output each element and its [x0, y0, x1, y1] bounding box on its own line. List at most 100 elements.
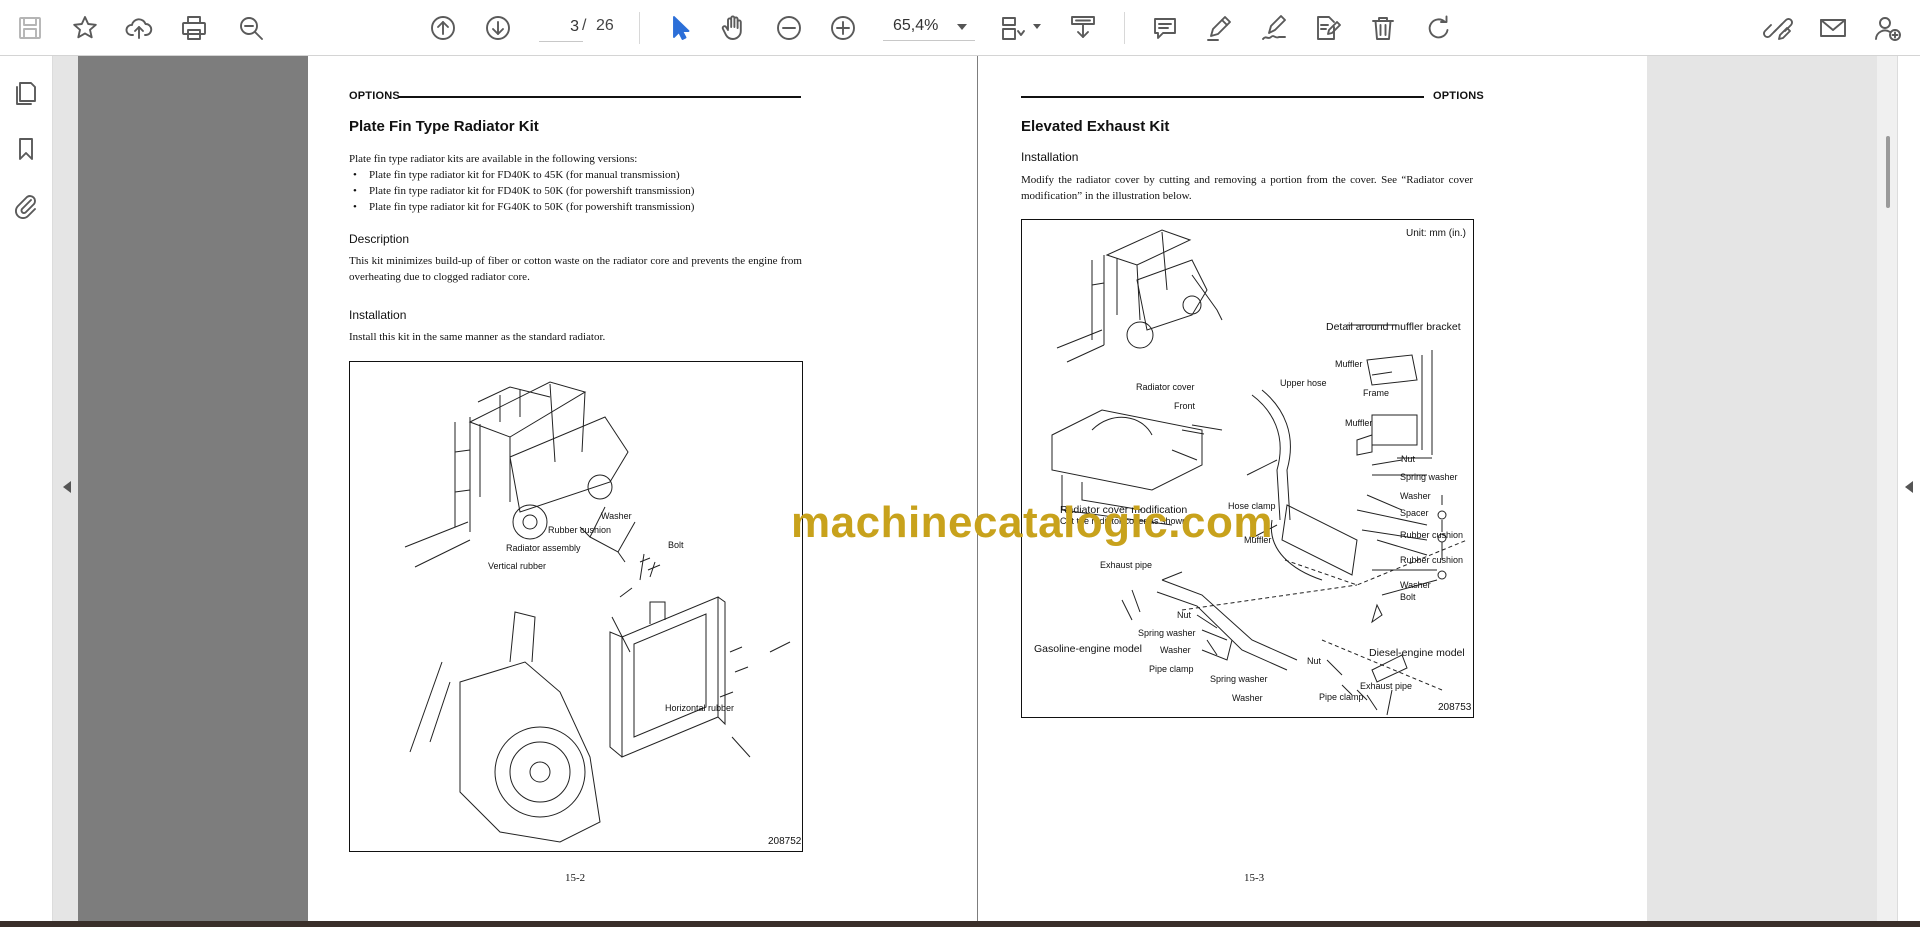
toolbar-divider [1124, 12, 1125, 44]
page-title: Plate Fin Type Radiator Kit [349, 118, 539, 135]
figure-label-pipe-clamp: Pipe clamp [1319, 692, 1364, 702]
select-cursor-icon[interactable] [662, 10, 698, 46]
installation-heading: Installation [349, 308, 407, 322]
page-number-footer: 15-2 [565, 872, 586, 884]
intro-text: Plate fin type radiator kits are availab… [349, 151, 802, 215]
scroll-mode-icon[interactable] [1065, 10, 1101, 46]
figure-label-bolt: Bolt [668, 540, 684, 550]
figure-label-upper-hose: Upper hose [1280, 378, 1327, 388]
toolbar-divider [639, 12, 640, 44]
right-panel [1897, 56, 1920, 921]
installation-text: Install this kit in the same manner as t… [349, 331, 606, 343]
figure-label-nut: Nut [1401, 454, 1416, 464]
attachment-icon[interactable] [10, 189, 42, 221]
exhaust-kit-figure: Unit: mm (in.) Detail around muffler bra… [1021, 219, 1474, 718]
page-left: OPTIONS Plate Fin Type Radiator Kit Plat… [308, 56, 977, 921]
zoom-dropdown[interactable]: 65,4% [883, 13, 975, 41]
radiator-kit-figure: Washer Rubber cushion Bolt Radiator asse… [349, 361, 803, 852]
figure-label-spring-washer: Spring washer [1210, 674, 1268, 684]
figure-label-washer: Washer [1400, 580, 1431, 590]
page-total: 26 [596, 17, 614, 34]
chevron-down-icon [957, 24, 967, 30]
radiator-illustration [404, 381, 791, 843]
print-icon[interactable] [176, 10, 212, 46]
figure-label-washer: Washer [1160, 645, 1191, 655]
page-header-label: OPTIONS [349, 90, 400, 102]
redo-icon[interactable] [1420, 10, 1456, 46]
figure-label-muffler: Muffler [1335, 359, 1363, 369]
list-item: Plate fin type radiator kit for FD40K to… [349, 183, 802, 199]
comment-icon[interactable] [1147, 10, 1183, 46]
page-header-label: OPTIONS [1433, 90, 1484, 102]
figure-label-rubber-cushion: Rubber cushion [1400, 555, 1464, 565]
figure-label-detail-muffler-bracket: Detail around muffler bracket [1326, 321, 1461, 333]
bookmark-icon[interactable] [10, 133, 42, 165]
cloud-upload-icon[interactable] [121, 10, 157, 46]
page-right: OPTIONS Elevated Exhaust Kit Installatio… [978, 56, 1647, 921]
page-fit-caret-icon[interactable] [1033, 24, 1041, 29]
add-user-icon[interactable] [1870, 10, 1906, 46]
sign-icon[interactable] [1256, 10, 1292, 46]
figure-label-washer: Washer [1400, 491, 1431, 501]
figure-label-exhaust-pipe: Exhaust pipe [1360, 681, 1413, 691]
hand-tool-icon[interactable] [715, 10, 751, 46]
scrollbar-thumb[interactable] [1886, 136, 1890, 208]
zoom-search-icon[interactable] [233, 10, 269, 46]
figure-label-spacer: Spacer [1400, 508, 1429, 518]
star-icon[interactable] [67, 10, 103, 46]
figure-label-spring-washer: Spring washer [1138, 628, 1196, 638]
zoom-value: 65,4% [893, 17, 939, 34]
figure-label-frame: Frame [1363, 388, 1390, 398]
document-viewer: OPTIONS Plate Fin Type Radiator Kit Plat… [53, 56, 1877, 921]
left-sidebar [0, 56, 53, 921]
zoom-in-icon[interactable] [825, 10, 861, 46]
page-title: Elevated Exhaust Kit [1021, 118, 1170, 135]
description-text: This kit minimizes build-up of fiber or … [349, 255, 802, 283]
taskbar-strip [0, 921, 1920, 927]
figure-label-radiator-cover: Radiator cover [1136, 382, 1195, 392]
pages-icon[interactable] [10, 77, 42, 109]
figure-label-radiator-assembly: Radiator assembly [506, 543, 581, 553]
header-rule [398, 96, 801, 98]
page-number-input[interactable] [539, 13, 583, 42]
figure-id: 208753 [1438, 702, 1472, 713]
next-page-icon[interactable] [480, 10, 516, 46]
list-item: Plate fin type radiator kit for FD40K to… [349, 167, 802, 183]
main-toolbar: / 26 65,4% [0, 0, 1920, 56]
mail-icon[interactable] [1815, 10, 1851, 46]
figure-label-horizontal-rubber: Horizontal rubber [665, 703, 735, 713]
page-fit-icon[interactable] [995, 10, 1031, 46]
watermark: machinecatalogic.com [791, 498, 1273, 547]
header-rule [1021, 96, 1424, 98]
link-edit-icon[interactable] [1760, 10, 1796, 46]
save-icon[interactable] [12, 10, 48, 46]
page-number-footer: 15-3 [1244, 872, 1265, 884]
figure-label-washer: Washer [1232, 693, 1263, 703]
figure-label-vertical-rubber: Vertical rubber [488, 561, 547, 571]
figure-label-rubber-cushion: Rubber cushion [548, 525, 612, 535]
figure-label-front: Front [1174, 401, 1196, 411]
expand-right-panel-icon[interactable] [1905, 481, 1913, 493]
previous-page-icon[interactable] [425, 10, 461, 46]
edit-document-icon[interactable] [1310, 10, 1346, 46]
figure-label-muffler: Muffler [1345, 418, 1373, 428]
installation-heading: Installation [1021, 150, 1079, 164]
version-list: Plate fin type radiator kit for FD40K to… [349, 167, 802, 215]
figure-label-spring-washer: Spring washer [1400, 472, 1458, 482]
zoom-out-icon[interactable] [771, 10, 807, 46]
draw-pen-icon[interactable] [1201, 10, 1237, 46]
figure-label-nut: Nut [1177, 610, 1192, 620]
figure-label-gasoline-model: Gasoline-engine model [1034, 643, 1142, 655]
installation-text: Modify the radiator cover by cutting and… [1021, 174, 1473, 202]
trash-icon[interactable] [1365, 10, 1401, 46]
page-separator: / [582, 17, 587, 34]
figure-label-rubber-cushion: Rubber cushion [1400, 530, 1464, 540]
figure-label-pipe-clamp: Pipe clamp [1149, 664, 1194, 674]
figure-id: 208752 [768, 836, 802, 847]
figure-label-bolt: Bolt [1400, 592, 1416, 602]
figure-label-diesel-model: Diesel-engine model [1369, 647, 1465, 659]
figure-label-nut: Nut [1307, 656, 1322, 666]
collapse-left-panel-icon[interactable] [63, 481, 71, 493]
intro-paragraph: Plate fin type radiator kits are availab… [349, 153, 638, 165]
unit-label: Unit: mm (in.) [1406, 228, 1466, 239]
